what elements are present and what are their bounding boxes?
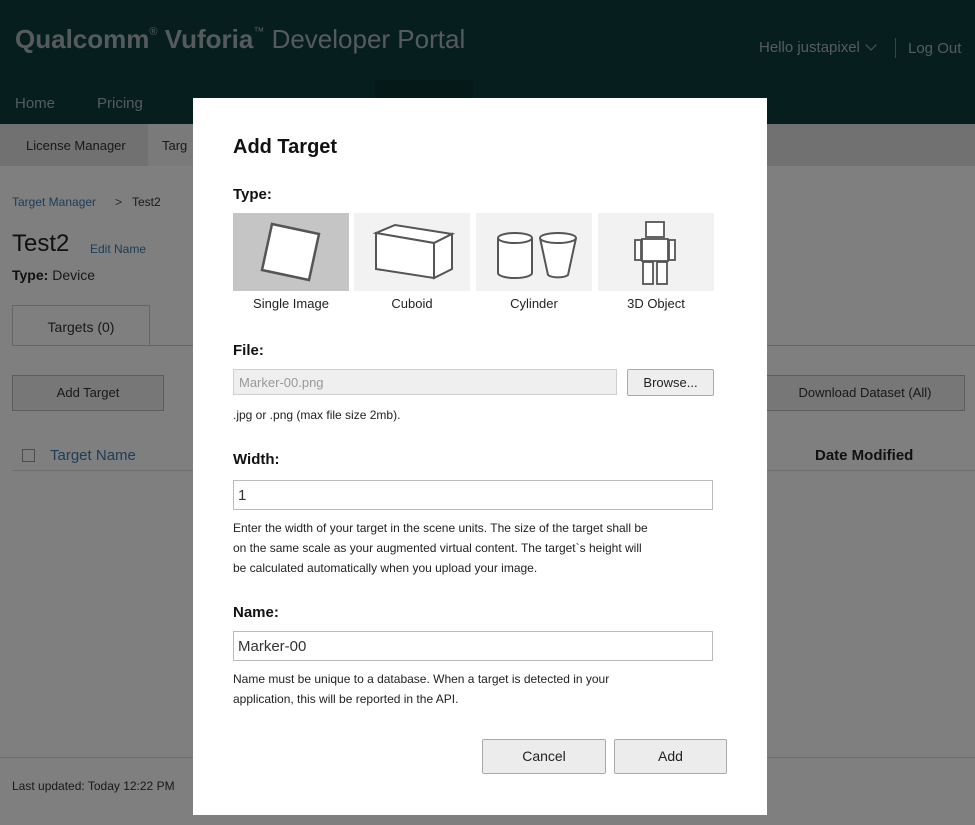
add-button[interactable]: Add	[614, 739, 727, 774]
name-hint-line: application, this will be reported in th…	[233, 692, 459, 706]
width-hint-line: on the same scale as your augmented virt…	[233, 541, 642, 555]
type-cylinder-tile[interactable]	[476, 213, 592, 291]
cylinder-icon	[497, 232, 577, 279]
type-3d-object-tile[interactable]	[598, 213, 714, 291]
width-label: Width:	[233, 451, 280, 468]
width-hint-line: be calculated automatically when you upl…	[233, 561, 538, 575]
browse-button[interactable]: Browse...	[627, 369, 714, 396]
type-cuboid-tile[interactable]	[354, 213, 470, 291]
3d-object-icon	[634, 221, 676, 285]
cuboid-icon	[372, 223, 456, 280]
file-label: File:	[233, 342, 264, 359]
single-image-icon	[260, 222, 321, 282]
type-single-image-tile[interactable]	[233, 213, 349, 291]
type-3d-object-label: 3D Object	[627, 296, 685, 311]
file-path-field[interactable]	[233, 369, 617, 395]
width-hint: Enter the width of your target in the sc…	[233, 518, 648, 578]
dialog-title: Add Target	[233, 136, 338, 158]
width-input[interactable]	[233, 480, 713, 510]
add-target-dialog: Add Target Type: Single Image Cuboid Cyl…	[193, 98, 767, 815]
file-hint: .jpg or .png (max file size 2mb).	[233, 408, 401, 422]
type-label: Type:	[233, 186, 272, 203]
name-hint: Name must be unique to a database. When …	[233, 669, 609, 709]
type-cuboid-label: Cuboid	[391, 296, 433, 311]
type-cylinder-label: Cylinder	[510, 296, 558, 311]
type-single-image-label: Single Image	[253, 296, 329, 311]
name-hint-line: Name must be unique to a database. When …	[233, 672, 610, 686]
width-hint-line: Enter the width of your target in the sc…	[233, 521, 648, 535]
cancel-button[interactable]: Cancel	[482, 739, 606, 774]
name-label: Name:	[233, 604, 279, 621]
name-input[interactable]	[233, 631, 713, 661]
